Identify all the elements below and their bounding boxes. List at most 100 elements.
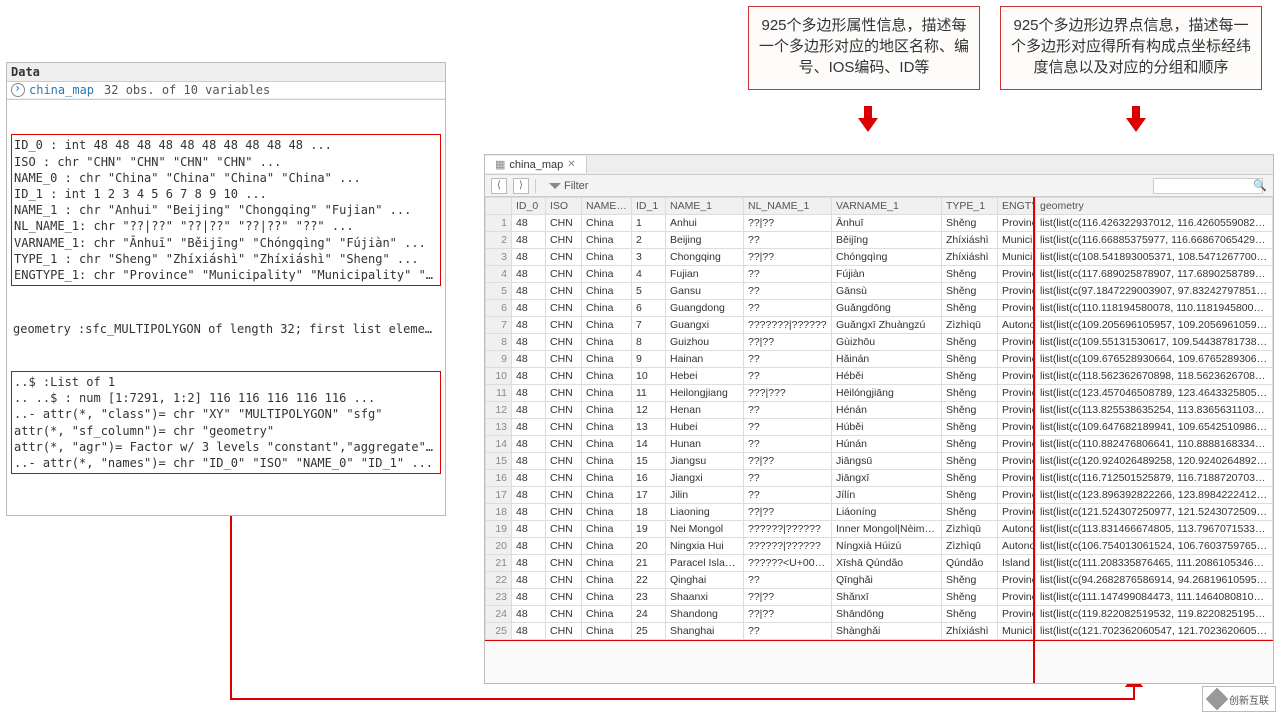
- cell[interactable]: Municipality: [998, 623, 1034, 640]
- cell[interactable]: Jiangsu: [666, 453, 744, 470]
- cell[interactable]: ??: [744, 351, 832, 368]
- table-row[interactable]: 2348CHNChina23Shaanxi??|??ShǎnxīShěngPro…: [486, 589, 1034, 606]
- cell[interactable]: 2: [632, 232, 666, 249]
- cell[interactable]: 48: [512, 351, 546, 368]
- cell[interactable]: 24: [632, 606, 666, 623]
- cell[interactable]: ??: [744, 470, 832, 487]
- column-header[interactable]: NAME_1: [666, 198, 744, 215]
- cell[interactable]: Province: [998, 402, 1034, 419]
- cell[interactable]: 48: [512, 572, 546, 589]
- cell[interactable]: Shǎnxī: [832, 589, 942, 606]
- column-header[interactable]: ENGTYPE_1: [998, 198, 1034, 215]
- cell[interactable]: Province: [998, 470, 1034, 487]
- cell[interactable]: Fujian: [666, 266, 744, 283]
- cell[interactable]: Liáoníng: [832, 504, 942, 521]
- cell[interactable]: Jílín: [832, 487, 942, 504]
- geometry-cell[interactable]: list(list(c(121.524307250977, 121.524307…: [1036, 504, 1273, 521]
- cell[interactable]: 48: [512, 521, 546, 538]
- cell[interactable]: ??: [744, 623, 832, 640]
- cell[interactable]: CHN: [546, 249, 582, 266]
- table-row[interactable]: 1148CHNChina11Heilongjiang???|???Hēilóng…: [486, 385, 1034, 402]
- cell[interactable]: CHN: [546, 419, 582, 436]
- cell[interactable]: China: [582, 232, 632, 249]
- cell[interactable]: Shěng: [942, 266, 998, 283]
- cell[interactable]: China: [582, 487, 632, 504]
- cell[interactable]: Shěng: [942, 385, 998, 402]
- cell[interactable]: Guǎngxī Zhuàngzú: [832, 317, 942, 334]
- cell[interactable]: Zìzhìqū: [942, 538, 998, 555]
- cell[interactable]: CHN: [546, 266, 582, 283]
- cell[interactable]: ??|??: [744, 249, 832, 266]
- cell[interactable]: Hēilóngjiāng: [832, 385, 942, 402]
- cell[interactable]: Ningxia Hui: [666, 538, 744, 555]
- column-header[interactable]: ID_1: [632, 198, 666, 215]
- cell[interactable]: ??????<U+00FF> o??: [744, 555, 832, 572]
- cell[interactable]: 1: [632, 215, 666, 232]
- cell[interactable]: China: [582, 351, 632, 368]
- cell[interactable]: 11: [486, 385, 512, 402]
- table-row[interactable]: list(list(c(111.208335876465, 111.208610…: [1036, 555, 1273, 572]
- cell[interactable]: 48: [512, 215, 546, 232]
- table-row[interactable]: list(list(c(121.702362060547, 121.702362…: [1036, 623, 1273, 640]
- cell[interactable]: CHN: [546, 317, 582, 334]
- cell[interactable]: Shěng: [942, 368, 998, 385]
- cell[interactable]: 48: [512, 334, 546, 351]
- table-row[interactable]: list(list(c(123.896392822266, 123.898422…: [1036, 487, 1273, 504]
- cell[interactable]: Níngxià Húizú: [832, 538, 942, 555]
- cell[interactable]: ??: [744, 300, 832, 317]
- cell[interactable]: China: [582, 300, 632, 317]
- table-row[interactable]: 548CHNChina5Gansu??GānsùShěngProvince: [486, 283, 1034, 300]
- column-header[interactable]: NAME_0: [582, 198, 632, 215]
- search-input[interactable]: [1153, 178, 1263, 194]
- cell[interactable]: Zìzhìqū: [942, 317, 998, 334]
- table-row[interactable]: list(list(c(121.524307250977, 121.524307…: [1036, 504, 1273, 521]
- cell[interactable]: CHN: [546, 589, 582, 606]
- cell[interactable]: China: [582, 283, 632, 300]
- cell[interactable]: 48: [512, 606, 546, 623]
- column-header[interactable]: [486, 198, 512, 215]
- table-row[interactable]: 1448CHNChina14Hunan??HúnánShěngProvince: [486, 436, 1034, 453]
- cell[interactable]: Municipality: [998, 232, 1034, 249]
- cell[interactable]: 48: [512, 249, 546, 266]
- back-button[interactable]: ⟨: [491, 178, 507, 194]
- cell[interactable]: Húnán: [832, 436, 942, 453]
- cell[interactable]: Guǎngdōng: [832, 300, 942, 317]
- table-row[interactable]: 1248CHNChina12Henan??HénánShěngProvince: [486, 402, 1034, 419]
- cell[interactable]: Province: [998, 504, 1034, 521]
- cell[interactable]: Jiāngsū: [832, 453, 942, 470]
- geometry-cell[interactable]: list(list(c(110.118194580078, 110.118194…: [1036, 300, 1273, 317]
- geometry-cell[interactable]: list(list(c(106.754013061524, 106.760375…: [1036, 538, 1273, 555]
- cell[interactable]: Autonomous Region: [998, 317, 1034, 334]
- cell[interactable]: Hainan: [666, 351, 744, 368]
- cell[interactable]: Province: [998, 266, 1034, 283]
- cell[interactable]: China: [582, 623, 632, 640]
- cell[interactable]: Hénán: [832, 402, 942, 419]
- cell[interactable]: 48: [512, 266, 546, 283]
- cell[interactable]: China: [582, 402, 632, 419]
- table-row[interactable]: list(list(c(113.831466674805, 113.796707…: [1036, 521, 1273, 538]
- cell[interactable]: China: [582, 606, 632, 623]
- cell[interactable]: China: [582, 215, 632, 232]
- cell[interactable]: Province: [998, 385, 1034, 402]
- cell[interactable]: 24: [486, 606, 512, 623]
- cell[interactable]: Beijing: [666, 232, 744, 249]
- cell[interactable]: Shěng: [942, 504, 998, 521]
- cell[interactable]: Gansu: [666, 283, 744, 300]
- cell[interactable]: 16: [486, 470, 512, 487]
- cell[interactable]: Province: [998, 368, 1034, 385]
- cell[interactable]: Hebei: [666, 368, 744, 385]
- geometry-cell[interactable]: list(list(c(116.712501525879, 116.718872…: [1036, 470, 1273, 487]
- geometry-cell[interactable]: list(list(c(113.825538635254, 113.836563…: [1036, 402, 1273, 419]
- table-row[interactable]: 1848CHNChina18Liaoning??|??LiáoníngShěng…: [486, 504, 1034, 521]
- cell[interactable]: ??|??: [744, 589, 832, 606]
- column-header[interactable]: ID_0: [512, 198, 546, 215]
- cell[interactable]: ??: [744, 572, 832, 589]
- cell[interactable]: China: [582, 453, 632, 470]
- cell[interactable]: Jiangxi: [666, 470, 744, 487]
- cell[interactable]: 8: [632, 334, 666, 351]
- cell[interactable]: Gùizhōu: [832, 334, 942, 351]
- table-row[interactable]: 2148CHNChina21Paracel Islands??????<U+00…: [486, 555, 1034, 572]
- table-row[interactable]: list(list(c(120.924026489258, 120.924026…: [1036, 453, 1273, 470]
- table-row[interactable]: 2448CHNChina24Shandong??|??ShāndōngShěng…: [486, 606, 1034, 623]
- cell[interactable]: CHN: [546, 300, 582, 317]
